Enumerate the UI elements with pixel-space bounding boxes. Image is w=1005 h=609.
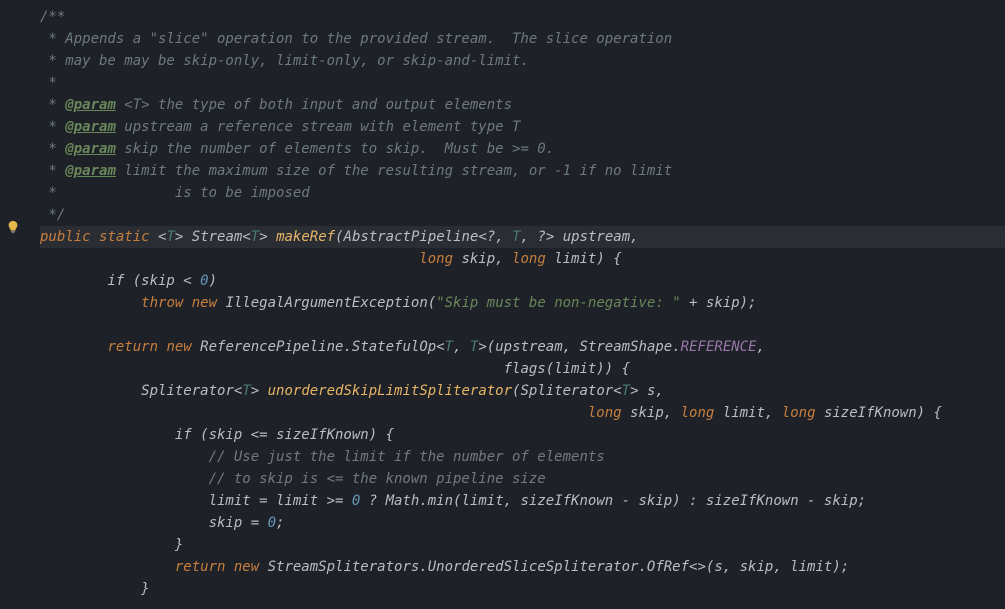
method-name: makeRef — [276, 229, 335, 245]
code-line: Spliterator<T> unorderedSkipLimitSpliter… — [40, 383, 664, 399]
code-line: // to skip is <= the known pipeline size — [40, 471, 546, 487]
javadoc-line: * may be may be skip-only, limit-only, o… — [40, 53, 529, 69]
code-line: if (skip < 0) — [40, 273, 217, 289]
code-line: long skip, long limit) { — [40, 251, 622, 267]
gutter — [0, 0, 30, 609]
javadoc-line: * @param limit the maximum size of the r… — [40, 163, 672, 179]
code-line: throw new IllegalArgumentException("Skip… — [40, 295, 756, 311]
javadoc-line: * Appends a "slice" operation to the pro… — [40, 31, 672, 47]
javadoc-line: * — [40, 75, 57, 91]
method-signature: public static <T> Stream<T> makeRef(Abst… — [40, 226, 1005, 248]
code-editor[interactable]: /** * Appends a "slice" operation to the… — [0, 0, 1005, 609]
code-line: if (skip <= sizeIfKnown) { — [40, 427, 394, 443]
code-line: return new StreamSpliterators.UnorderedS… — [40, 559, 849, 575]
code-line: skip = 0; — [40, 515, 284, 531]
code-line: return new ReferencePipeline.StatefulOp<… — [40, 339, 765, 355]
javadoc-line: * @param skip the number of elements to … — [40, 141, 554, 157]
code-line: } — [40, 581, 150, 597]
code-line: long skip, long limit, long sizeIfKnown)… — [40, 405, 942, 421]
code-line: flags(limit)) { — [40, 361, 630, 377]
lightbulb-icon[interactable] — [6, 220, 20, 234]
code-line: } — [40, 537, 183, 553]
code-line: // Use just the limit if the number of e… — [40, 449, 605, 465]
javadoc-line: */ — [40, 207, 65, 223]
javadoc-line: * is to be imposed — [40, 185, 310, 201]
source-code[interactable]: /** * Appends a "slice" operation to the… — [40, 6, 1005, 600]
javadoc-line: * @param <T> the type of both input and … — [40, 97, 512, 113]
javadoc-line: * @param upstream a reference stream wit… — [40, 119, 520, 135]
code-line: limit = limit >= 0 ? Math.min(limit, siz… — [40, 493, 866, 509]
javadoc-line: /** — [40, 9, 65, 25]
